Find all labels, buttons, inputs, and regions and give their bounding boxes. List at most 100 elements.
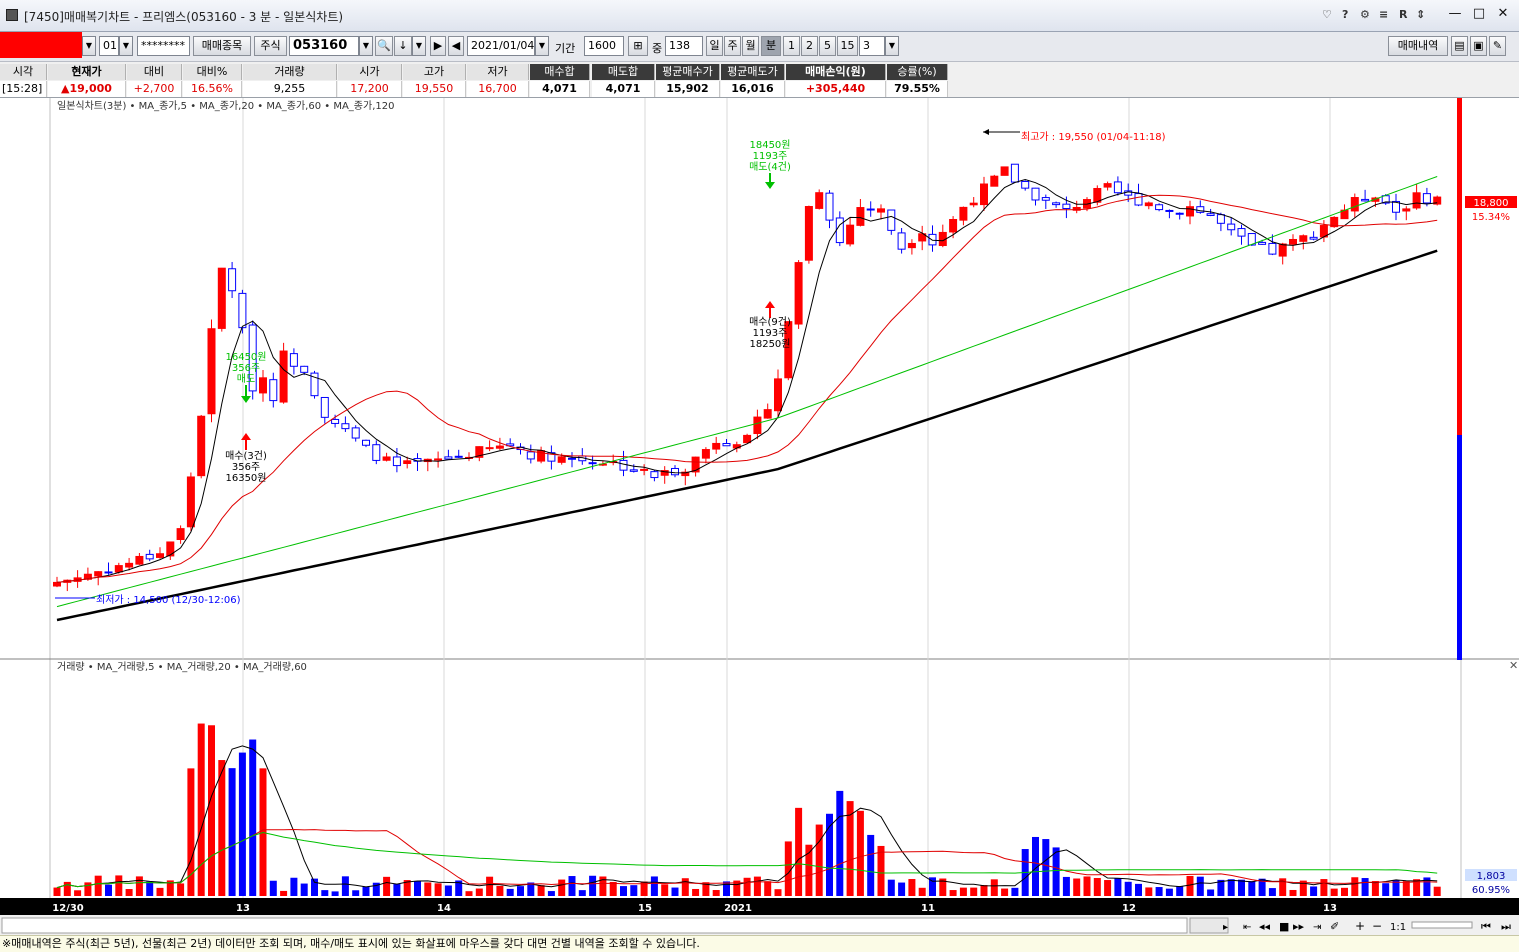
- volume-bar: [990, 879, 998, 896]
- candle-body: [53, 581, 61, 587]
- minimize-button[interactable]: —: [1446, 6, 1464, 22]
- volume-bar: [1001, 888, 1009, 896]
- to-end-icon[interactable]: ⇥: [1313, 922, 1321, 933]
- zoom-out-icon[interactable]: −: [1372, 919, 1382, 933]
- candle-body: [403, 460, 412, 464]
- rewind-icon[interactable]: ◂◂: [1259, 920, 1271, 933]
- fast-forward-icon[interactable]: ▸▸: [1293, 920, 1305, 933]
- tf-5[interactable]: 5: [819, 36, 836, 56]
- app-window: [7450]매매복기차트 - 프리엠스(053160 - 3 분 - 일본식차트…: [0, 0, 1519, 952]
- tf-minute[interactable]: 분: [761, 36, 781, 56]
- volume-bar: [753, 876, 761, 896]
- prev-page-icon[interactable]: ⏮: [1481, 920, 1491, 933]
- candle-body: [444, 456, 453, 460]
- value-avg-sell: 16,016: [721, 81, 785, 97]
- panel-close-icon[interactable]: ✕: [1509, 659, 1518, 672]
- price-side-bar-up: [1457, 98, 1462, 435]
- period-label: 기간: [555, 42, 576, 55]
- buy2-price: 18250원: [749, 338, 790, 350]
- market-button[interactable]: 주식: [254, 36, 287, 56]
- candle-body: [114, 565, 123, 573]
- volume-bar: [795, 807, 803, 896]
- volume-bar: [1135, 883, 1142, 896]
- candle-body: [495, 445, 504, 449]
- sort-icon[interactable]: ↓: [394, 36, 412, 56]
- volume-bar: [1248, 881, 1256, 896]
- tf-15[interactable]: 15: [837, 36, 858, 56]
- tf-1[interactable]: 1: [783, 36, 800, 56]
- volume-bar: [681, 878, 689, 896]
- date-input[interactable]: 2021/01/04: [467, 36, 535, 56]
- volume-bar: [1268, 888, 1276, 896]
- header-low: 저가: [467, 64, 529, 80]
- chart-area[interactable]: 일본식차트(3분) • MA_종가,5 • MA_종가,20 • MA_종가,6…: [0, 98, 1519, 935]
- trade-history-button[interactable]: 매매내역: [1388, 36, 1448, 56]
- stop-icon[interactable]: ■: [1279, 920, 1289, 933]
- volume-bar: [764, 881, 772, 896]
- value-change-pct: 16.56%: [183, 81, 242, 97]
- pencil-icon[interactable]: ✐: [1330, 920, 1339, 933]
- candle-body: [1062, 203, 1071, 210]
- next-page-icon[interactable]: ⏭: [1501, 920, 1511, 933]
- account-dropdown-arrow[interactable]: ▼: [82, 36, 96, 56]
- close-button[interactable]: ✕: [1494, 6, 1512, 22]
- pin-icon[interactable]: ♡: [1322, 8, 1332, 21]
- candle-body: [94, 571, 103, 577]
- middle-input[interactable]: 138: [665, 36, 703, 56]
- zoom-slider[interactable]: [1411, 921, 1473, 929]
- split-icon[interactable]: ⇕: [1416, 8, 1425, 21]
- tf-day[interactable]: 일: [706, 36, 723, 56]
- candle-body: [1402, 208, 1411, 212]
- x-tick-label: 14: [437, 903, 451, 914]
- tf-custom-dropdown[interactable]: ▼: [885, 36, 899, 56]
- zoom-in-icon[interactable]: +: [1355, 919, 1365, 933]
- prev-icon[interactable]: ◀: [448, 36, 464, 56]
- date-dropdown[interactable]: ▼: [535, 36, 549, 56]
- stock-code-dropdown[interactable]: ▼: [359, 36, 373, 56]
- tool-icon[interactable]: ⚙: [1360, 8, 1370, 21]
- volume-bar: [321, 890, 329, 896]
- play-icon[interactable]: ▶: [430, 36, 446, 56]
- tf-month[interactable]: 월: [742, 36, 759, 56]
- to-start-icon[interactable]: ⇤: [1243, 922, 1251, 933]
- sort-dropdown[interactable]: ▼: [412, 36, 426, 56]
- volume-bar: [1341, 887, 1348, 896]
- account-redacted: [0, 32, 82, 58]
- tf-2[interactable]: 2: [801, 36, 818, 56]
- zoom-ratio[interactable]: 1:1: [1390, 922, 1406, 933]
- volume-bar: [692, 888, 700, 896]
- value-volume: 9,255: [243, 81, 337, 97]
- candlestick-chart[interactable]: 일본식차트(3분) • MA_종가,5 • MA_종가,20 • MA_종가,6…: [0, 98, 1519, 935]
- save-icon[interactable]: ▣: [1470, 36, 1487, 56]
- search-icon[interactable]: 🔍: [375, 36, 393, 56]
- candle-body: [712, 442, 721, 450]
- calc-icon[interactable]: ⊞: [628, 36, 648, 56]
- value-current: ▲19,000: [48, 81, 126, 97]
- candle-body: [434, 458, 443, 461]
- link-icon[interactable]: ≡: [1379, 8, 1388, 21]
- folder-icon[interactable]: ▤: [1451, 36, 1468, 56]
- wrench-icon[interactable]: ✎: [1489, 36, 1506, 56]
- period-input[interactable]: 1600: [584, 36, 624, 56]
- trade-item-button[interactable]: 매매종목: [193, 36, 251, 56]
- tf-custom-input[interactable]: 3: [859, 36, 885, 56]
- account-suffix-field[interactable]: 01: [99, 36, 119, 56]
- volume-bar: [94, 875, 102, 896]
- account-suffix-dropdown[interactable]: ▼: [119, 36, 133, 56]
- volume-bar: [898, 882, 906, 896]
- r-button[interactable]: R: [1399, 8, 1407, 21]
- candle-body: [887, 209, 896, 231]
- horizontal-scrollbar[interactable]: [1, 917, 1188, 934]
- maximize-button[interactable]: □: [1470, 6, 1488, 22]
- tf-week[interactable]: 주: [724, 36, 741, 56]
- x-tick-label: 13: [1323, 903, 1337, 914]
- password-field[interactable]: ********: [137, 36, 190, 56]
- help-button[interactable]: ?: [1342, 8, 1348, 21]
- volume-bar: [105, 884, 112, 896]
- scroll-right-icon[interactable]: ▸: [1223, 922, 1228, 933]
- stock-code-input[interactable]: 053160: [289, 36, 359, 56]
- value-avg-buy: 15,902: [656, 81, 720, 97]
- candle-body: [846, 224, 855, 245]
- price-side-bar-down: [1457, 435, 1462, 660]
- volume-bar: [815, 824, 823, 896]
